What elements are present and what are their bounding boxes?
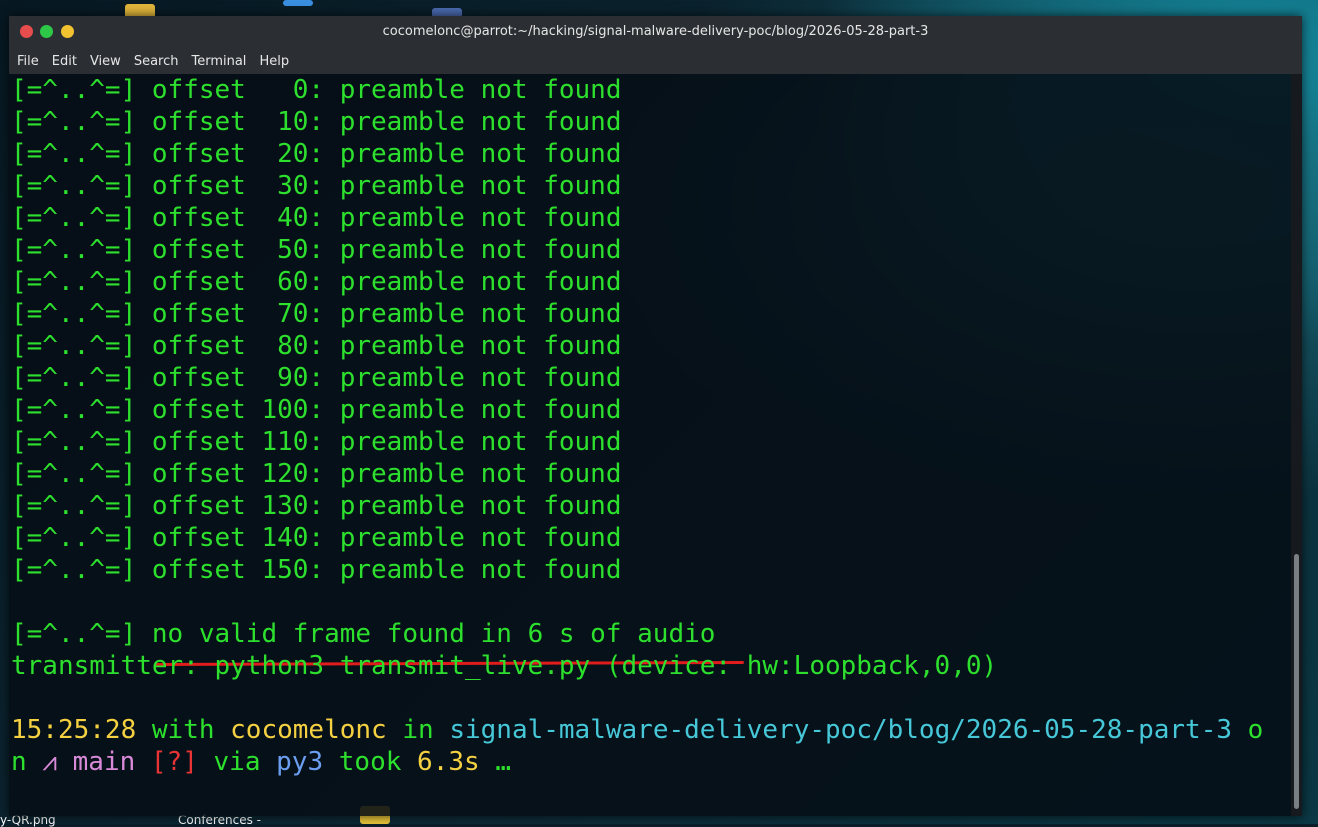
output-line: [=^..^=] offset 80: preamble not found xyxy=(11,331,622,361)
result-line: [=^..^=] no valid frame found in 6 s of … xyxy=(11,618,715,650)
output-line: [=^..^=] offset 120: preamble not found xyxy=(11,459,622,489)
output-line: [=^..^=] offset 30: preamble not found xyxy=(11,171,622,201)
prompt-in: in xyxy=(386,715,450,745)
title-bar[interactable]: cocomelonc@parrot:~/hacking/signal-malwa… xyxy=(9,16,1302,48)
prompt-with: with xyxy=(136,715,231,745)
menu-help[interactable]: Help xyxy=(259,54,289,69)
output-line: [=^..^=] offset 130: preamble not found xyxy=(11,491,622,521)
prompt-user: cocomelonc xyxy=(230,715,387,745)
menu-terminal[interactable]: Terminal xyxy=(191,54,246,69)
result-message: no valid frame found in 6 s of audio xyxy=(151,619,716,649)
output-line: [=^..^=] offset 0: preamble not found xyxy=(11,75,622,105)
git-status: [?] xyxy=(150,747,198,777)
output-line: [=^..^=] offset 40: preamble not found xyxy=(11,203,622,233)
prompt-duration: 6.3s xyxy=(417,747,480,777)
shell-prompt-line-2: n ⩘ main [?] via py3 took 6.3s … xyxy=(11,746,511,778)
git-branch: main xyxy=(56,747,151,777)
terminal-output[interactable]: [=^..^=] offset 0: preamble not found [=… xyxy=(9,74,1291,816)
output-line: [=^..^=] offset 50: preamble not found xyxy=(11,235,622,265)
output-line: [=^..^=] offset 60: preamble not found xyxy=(11,267,622,297)
prompt-lang: py3 xyxy=(276,747,324,777)
shell-prompt-line-1: 15:25:28 with cocomelonc in signal-malwa… xyxy=(11,714,1263,746)
prompt-took: took xyxy=(323,747,418,777)
prompt-via: via xyxy=(197,747,277,777)
output-line: [=^..^=] offset 140: preamble not found xyxy=(11,523,622,553)
scrollbar-thumb[interactable] xyxy=(1294,554,1299,809)
menu-bar: File Edit View Search Terminal Help xyxy=(9,48,1302,74)
output-line: [=^..^=] offset 10: preamble not found xyxy=(11,107,622,137)
git-branch-icon: ⩘ xyxy=(42,747,57,777)
output-line: [=^..^=] offset 70: preamble not found xyxy=(11,299,622,329)
menu-edit[interactable]: Edit xyxy=(52,54,77,69)
menu-file[interactable]: File xyxy=(17,54,39,69)
output-line: [=^..^=] offset 110: preamble not found xyxy=(11,427,622,457)
result-prefix: [=^..^=] xyxy=(11,619,152,649)
prompt-on: o xyxy=(1232,715,1264,745)
output-line: [=^..^=] offset 150: preamble not found xyxy=(11,555,622,585)
vertical-scrollbar[interactable] xyxy=(1291,74,1302,816)
window-title: cocomelonc@parrot:~/hacking/signal-malwa… xyxy=(382,24,929,39)
prompt-on-continued: n xyxy=(11,747,43,777)
desktop-file-icon[interactable] xyxy=(283,0,313,6)
menu-search[interactable]: Search xyxy=(134,54,179,69)
prompt-path: signal-malware-delivery-poc/blog/2026-05… xyxy=(449,715,1232,745)
terminal-window[interactable]: cocomelonc@parrot:~/hacking/signal-malwa… xyxy=(9,16,1302,816)
output-line: [=^..^=] offset 90: preamble not found xyxy=(11,363,622,393)
output-line: [=^..^=] offset 100: preamble not found xyxy=(11,395,622,425)
menu-view[interactable]: View xyxy=(90,54,121,69)
transmitter-line: transmitter: python3 transmit_live.py (d… xyxy=(11,651,998,681)
output-line: [=^..^=] offset 20: preamble not found xyxy=(11,139,622,169)
prompt-time: 15:25:28 xyxy=(11,715,137,745)
prompt-ellipsis: … xyxy=(479,747,511,777)
